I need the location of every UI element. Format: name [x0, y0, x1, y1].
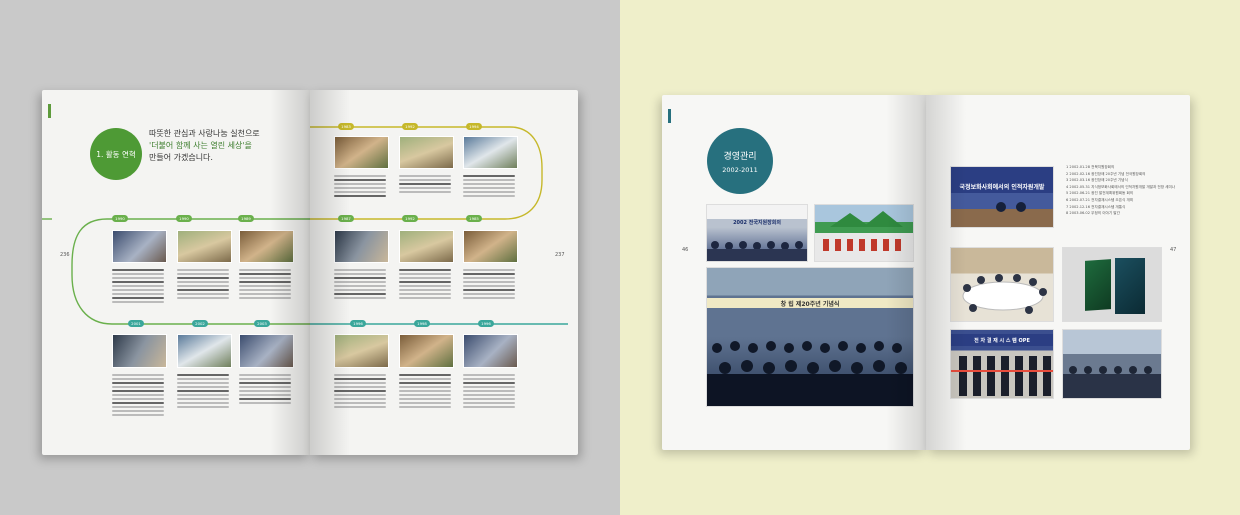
section-title: 경영관리 — [723, 151, 757, 162]
section-years: 2002-2011 — [722, 165, 758, 174]
page-number-right: 237 — [555, 252, 565, 258]
timeline-item: 2 2002.02.16 광진장애 20주년 기념 전국원장회의 — [1066, 171, 1146, 176]
photo-regional-meeting: 2002 전국지원장회의 — [706, 204, 808, 262]
photo-publication — [1062, 247, 1162, 322]
page-number-left: 46 — [682, 247, 689, 253]
spine-shadow — [270, 90, 310, 455]
history-entry-text — [399, 267, 451, 301]
history-photo — [463, 334, 518, 368]
spine-shadow — [926, 95, 966, 450]
banner-text: 2002 전국지원장회의 — [733, 219, 781, 226]
year-marker: 1992 — [402, 215, 418, 222]
year-marker: 1998 — [414, 320, 430, 327]
meeting-table — [962, 274, 1047, 314]
banner-text: 전 자 결 재 시 스 템 OPE — [951, 334, 1053, 346]
history-photo — [399, 230, 454, 263]
photo-lecture-hall — [1062, 329, 1162, 399]
year-marker: 1996 — [350, 320, 366, 327]
history-entry-text — [399, 372, 451, 410]
page-number-right: 47 — [1170, 247, 1177, 253]
year-marker: 2002 — [192, 320, 208, 327]
year-marker: 2001 — [128, 320, 144, 327]
timeline-item: 6 2002.07.21 전자결재시스템 오픈식 개최 — [1066, 197, 1134, 202]
banner-text: 국정보화사회에서의 인적자원개발 — [951, 179, 1053, 193]
year-marker: 1985 — [466, 215, 482, 222]
ribbon-cutting-figures — [951, 356, 1053, 396]
audience-figures — [707, 241, 807, 261]
history-entry-text — [177, 372, 229, 410]
history-photo — [177, 334, 232, 368]
history-entry-text — [399, 173, 451, 195]
year-marker: 1990 — [176, 215, 192, 222]
year-marker: 2003 — [254, 320, 270, 327]
history-photo — [177, 230, 232, 263]
management-book-spread: 경영관리 2002-2011 2002 전국지원장회의 창 립 제20주년 기념… — [662, 95, 1190, 450]
banner-text: 창 립 제20주년 기념식 — [707, 298, 913, 308]
history-photo — [399, 136, 454, 169]
year-marker: 1990 — [112, 215, 128, 222]
history-entry-text — [112, 372, 164, 418]
history-photo — [399, 334, 454, 368]
chapter-tab — [668, 109, 674, 149]
spine-shadow — [886, 95, 926, 450]
history-entry-text — [112, 267, 164, 305]
spine-shadow — [310, 90, 350, 455]
year-marker: 1996 — [478, 320, 494, 327]
audience-figures — [1063, 366, 1161, 398]
timeline-item: 5 2002.06.21 광진 발전계획위원회동 회의 — [1066, 191, 1134, 196]
right-page-activity-history: 1983 1992 1994 1987 1992 1985 1996 1998 … — [310, 90, 578, 455]
panel-figures — [951, 202, 1053, 227]
photo-20th-anniversary-ceremony: 창 립 제20주년 기념식 — [706, 267, 914, 407]
history-photo — [463, 230, 518, 263]
page-number-left: 236 — [60, 252, 70, 258]
year-marker: 1994 — [466, 123, 482, 130]
history-entry-text — [177, 267, 229, 301]
year-marker: 1992 — [402, 123, 418, 130]
timeline-list: 1 2002.01.28 전북지원장회의 2 2002.02.16 광진장애 2… — [1066, 164, 1184, 217]
history-entry-text — [463, 173, 515, 199]
history-entry-text — [463, 372, 515, 410]
year-marker: 1989 — [238, 215, 254, 222]
history-photo — [463, 136, 518, 169]
timeline-item: 3 2002.03.16 광진장애 20주년 기념식 — [1066, 178, 1128, 183]
booklet-cover — [1085, 259, 1111, 311]
history-photo — [112, 334, 167, 368]
timeline-item: 4 2002.05.31 지식정보화사회에서의 인적자원개발 개발과 전망 세미… — [1066, 184, 1176, 189]
history-photo — [112, 230, 167, 263]
audience-figures — [707, 341, 913, 406]
history-book-spread: 1. 활동 연혁 따뜻한 관심과 사랑나눔 실천으로 '더불어 함께 사는 열린… — [42, 90, 578, 455]
right-mockup-panel: 경영관리 2002-2011 2002 전국지원장회의 창 립 제20주년 기념… — [620, 0, 1240, 515]
timeline-item: 8 2003.06.02 우정의 이야기 발간 — [1066, 211, 1120, 216]
history-entry-text — [463, 267, 515, 301]
left-mockup-panel: 1. 활동 연혁 따뜻한 관심과 사랑나눔 실천으로 '더불어 함께 사는 열린… — [0, 0, 620, 515]
timeline-item: 1 2002.01.28 전북지원장회의 — [1066, 165, 1115, 169]
booklet-box — [1115, 258, 1145, 314]
section-badge-management: 경영관리 2002-2011 — [707, 128, 773, 194]
timeline-item: 7 2002.12.16 전자결재시스템 개통식 — [1066, 204, 1126, 209]
